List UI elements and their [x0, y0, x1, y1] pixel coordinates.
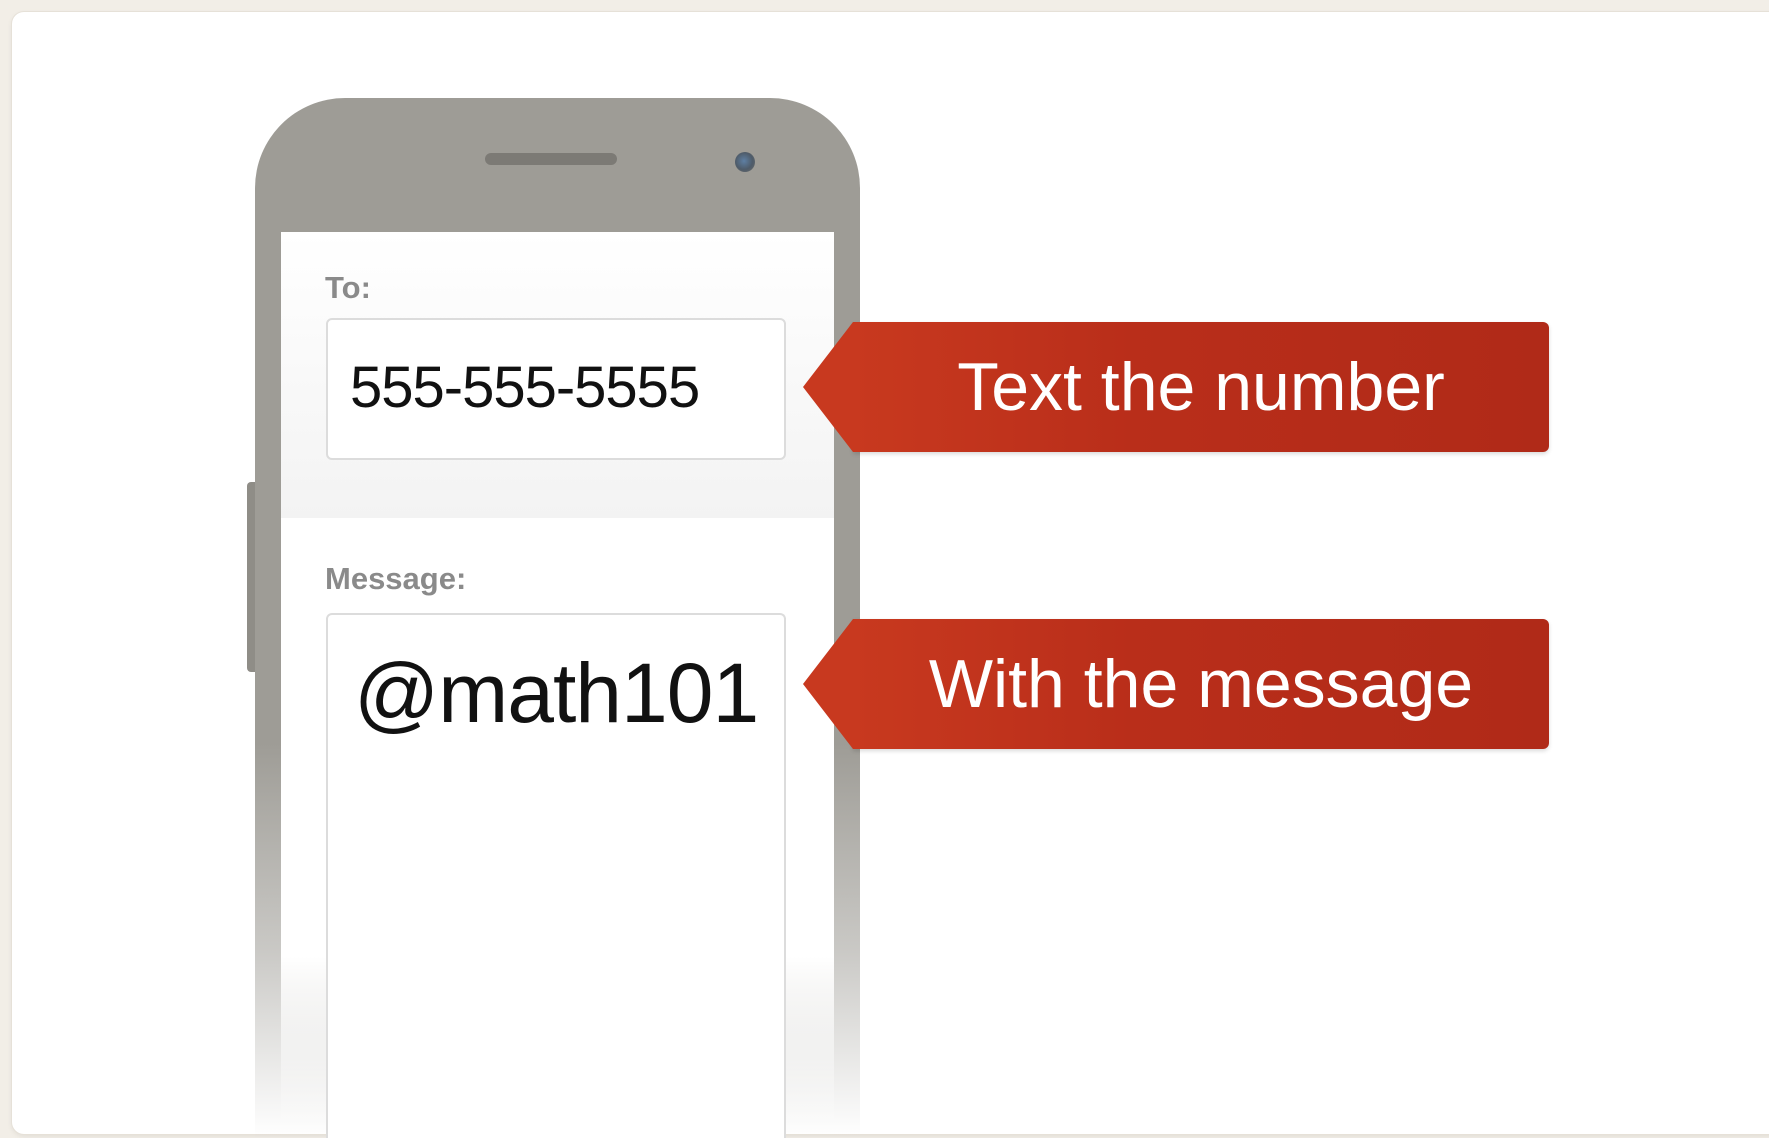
page: To: 555-555-5555 Message: @math101 Text … [0, 0, 1769, 1138]
callout-with-the-message: With the message [803, 619, 1549, 749]
message-label: Message: [325, 561, 467, 596]
callout-label: With the message [928, 646, 1474, 722]
phone-mockup: To: 555-555-5555 Message: @math101 [255, 98, 860, 1138]
to-section: To: 555-555-5555 [281, 232, 834, 518]
to-field[interactable]: 555-555-5555 [326, 318, 786, 460]
callout-label: Text the number [957, 349, 1445, 425]
front-camera-icon [735, 152, 755, 172]
message-field-value: @math101 [354, 646, 759, 740]
to-label: To: [325, 270, 371, 305]
speaker-grille-icon [485, 153, 617, 165]
phone-screen: To: 555-555-5555 Message: @math101 [281, 232, 834, 1138]
to-field-value: 555-555-5555 [350, 355, 700, 420]
message-field[interactable]: @math101 [326, 613, 786, 1138]
callout-text-the-number: Text the number [803, 322, 1549, 452]
